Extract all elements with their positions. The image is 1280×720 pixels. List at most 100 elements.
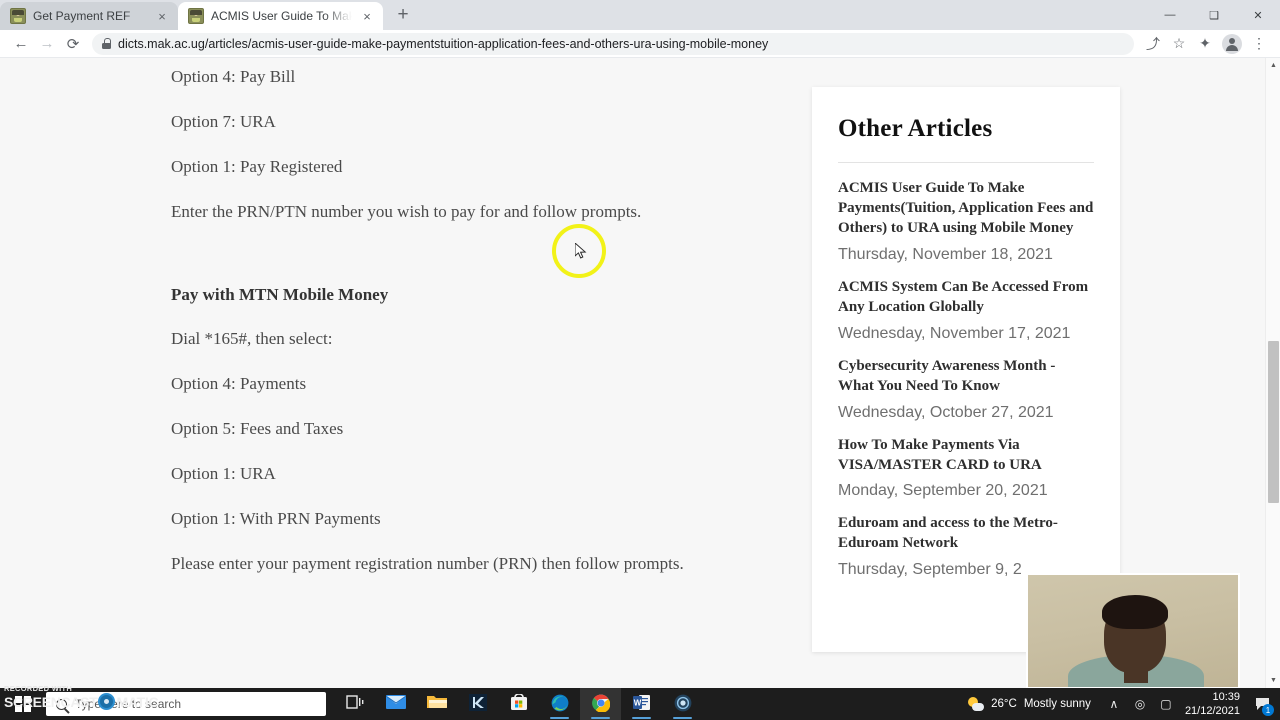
makerere-crest-icon bbox=[188, 8, 204, 24]
webcam-person-hair bbox=[1102, 595, 1168, 629]
weather-temperature: 26°C bbox=[991, 698, 1017, 710]
scroll-down-icon[interactable]: ▼ bbox=[1266, 673, 1280, 688]
task-view-icon[interactable] bbox=[334, 688, 375, 720]
windows-taskbar: Type here to search W 26°C Mostly sunny … bbox=[0, 688, 1280, 720]
bookmark-star-icon[interactable]: ☆ bbox=[1166, 31, 1192, 57]
clock[interactable]: 10:39 21/12/2021 bbox=[1179, 690, 1250, 719]
new-tab-button[interactable]: + bbox=[389, 1, 417, 29]
taskbar-apps: W bbox=[334, 688, 703, 720]
weather-condition: Mostly sunny bbox=[1023, 698, 1091, 710]
minimize-button[interactable]: — bbox=[1148, 0, 1192, 30]
reload-icon[interactable]: ⟳ bbox=[60, 31, 86, 57]
blue-app-glyph bbox=[468, 694, 487, 711]
article-date: Wednesday, October 27, 2021 bbox=[838, 403, 1054, 421]
article-body: Option 4: Pay Bill Option 7: URA Option … bbox=[171, 68, 771, 600]
article-line: Option 1: Pay Registered bbox=[171, 157, 343, 176]
file-explorer-icon[interactable] bbox=[416, 688, 457, 720]
article-link-title[interactable]: ACMIS User Guide To Make Payments(Tuitio… bbox=[838, 179, 1094, 239]
notifications-button[interactable]: 1 bbox=[1250, 688, 1274, 720]
article-link-title[interactable]: How To Make Payments Via VISA/MASTER CAR… bbox=[838, 436, 1094, 476]
weather-widget[interactable]: 26°C Mostly sunny bbox=[960, 696, 1101, 712]
word-icon[interactable]: W bbox=[621, 688, 662, 720]
close-window-button[interactable]: ✕ bbox=[1236, 0, 1280, 30]
article-spacer bbox=[171, 248, 771, 286]
divider bbox=[838, 162, 1094, 163]
show-hidden-icons-chevron-icon[interactable]: ∧ bbox=[1101, 688, 1127, 720]
lock-icon bbox=[102, 38, 111, 49]
search-placeholder: Type here to search bbox=[75, 697, 182, 711]
chrome-icon[interactable] bbox=[580, 688, 621, 720]
article-line: Dial *165#, then select: bbox=[171, 329, 333, 348]
clock-date: 21/12/2021 bbox=[1184, 705, 1240, 717]
article-line: Option 7: URA bbox=[171, 112, 276, 131]
browser-tab-1-close-icon[interactable]: × bbox=[154, 8, 170, 24]
word-glyph: W bbox=[632, 695, 650, 710]
address-bar[interactable]: dicts.mak.ac.ug/articles/acmis-user-guid… bbox=[92, 32, 1134, 55]
chrome-menu-icon[interactable]: ⋮ bbox=[1246, 31, 1272, 57]
browser-tab-2[interactable]: ACMIS User Guide To Make Paym × bbox=[178, 2, 383, 30]
list-item[interactable]: ACMIS User Guide To Make Payments(Tuitio… bbox=[838, 179, 1094, 264]
article-line: Option 1: URA bbox=[171, 464, 276, 483]
article-date: Monday, September 20, 2021 bbox=[838, 482, 1048, 500]
microsoft-store-icon[interactable] bbox=[498, 688, 539, 720]
other-articles-heading: Other Articles bbox=[838, 115, 993, 142]
window-controls: — ❑ ✕ bbox=[1148, 0, 1280, 30]
folder-glyph bbox=[426, 696, 447, 708]
system-tray: 26°C Mostly sunny ∧ ◎ ▢ 10:39 21/12/2021… bbox=[960, 688, 1280, 720]
blue-app-icon[interactable] bbox=[457, 688, 498, 720]
article-line: Option 5: Fees and Taxes bbox=[171, 419, 344, 438]
list-item[interactable]: How To Make Payments Via VISA/MASTER CAR… bbox=[838, 436, 1094, 501]
browser-tab-strip: Get Payment REF × ACMIS User Guide To Ma… bbox=[0, 0, 1280, 30]
article-link-title[interactable]: ACMIS System Can Be Accessed From Any Lo… bbox=[838, 278, 1094, 318]
browser-tab-2-close-icon[interactable]: × bbox=[359, 8, 375, 24]
article-subheading: Pay with MTN Mobile Money bbox=[171, 285, 389, 304]
browser-tab-1[interactable]: Get Payment REF × bbox=[0, 2, 178, 30]
article-line: Enter the PRN/PTN number you wish to pay… bbox=[171, 202, 642, 221]
chrome-glyph bbox=[591, 694, 610, 712]
clock-time: 10:39 bbox=[1212, 690, 1240, 703]
extensions-puzzle-icon[interactable]: ✦ bbox=[1192, 31, 1218, 57]
other-articles-panel: Other Articles ACMIS User Guide To Make … bbox=[812, 87, 1120, 652]
scroll-up-icon[interactable]: ▲ bbox=[1266, 58, 1280, 73]
webcam-overlay bbox=[1026, 573, 1240, 689]
list-item[interactable]: Cybersecurity Awareness Month - What You… bbox=[838, 357, 1094, 422]
profile-avatar-icon[interactable] bbox=[1222, 33, 1242, 54]
article-line: Option 4: Payments bbox=[171, 374, 307, 393]
address-bar-url: dicts.mak.ac.ug/articles/acmis-user-guid… bbox=[118, 36, 769, 51]
maximize-button[interactable]: ❑ bbox=[1192, 0, 1236, 30]
mail-icon[interactable] bbox=[375, 688, 416, 720]
article-date: Thursday, November 18, 2021 bbox=[838, 245, 1053, 263]
edge-glyph bbox=[551, 694, 568, 712]
browser-tab-2-title: ACMIS User Guide To Make Paym bbox=[211, 9, 352, 23]
share-icon[interactable]: ⤴ bbox=[1140, 31, 1166, 57]
search-input[interactable]: Type here to search bbox=[46, 692, 326, 716]
browser-toolbar: ← → ⟳ dicts.mak.ac.ug/articles/acmis-use… bbox=[0, 30, 1280, 58]
screen-recorder-icon[interactable] bbox=[662, 688, 703, 720]
display-settings-icon[interactable]: ▢ bbox=[1153, 688, 1179, 720]
forward-icon[interactable]: → bbox=[34, 31, 60, 57]
screen: Get Payment REF × ACMIS User Guide To Ma… bbox=[0, 0, 1280, 720]
article-line: Option 4: Pay Bill bbox=[171, 67, 296, 86]
list-item[interactable]: ACMIS System Can Be Accessed From Any Lo… bbox=[838, 278, 1094, 343]
mail-glyph bbox=[385, 695, 406, 709]
store-glyph bbox=[510, 694, 527, 710]
search-icon bbox=[56, 698, 67, 710]
notification-count-badge: 1 bbox=[1262, 704, 1274, 716]
mouse-pointer-icon bbox=[575, 243, 587, 259]
back-icon[interactable]: ← bbox=[8, 31, 34, 57]
sun-cloud-icon bbox=[968, 696, 985, 712]
start-button[interactable] bbox=[0, 688, 46, 720]
scrollbar-thumb[interactable] bbox=[1268, 341, 1279, 503]
camera-recording-icon[interactable]: ◎ bbox=[1127, 688, 1153, 720]
edge-icon[interactable] bbox=[539, 688, 580, 720]
article-line: Please enter your payment registration n… bbox=[171, 554, 684, 573]
list-item[interactable]: Eduroam and access to the Metro-Eduroam … bbox=[838, 514, 1094, 579]
browser-tab-1-title: Get Payment REF bbox=[33, 9, 131, 23]
recorder-glyph bbox=[674, 694, 691, 712]
article-date: Wednesday, November 17, 2021 bbox=[838, 324, 1071, 342]
article-link-title[interactable]: Cybersecurity Awareness Month - What You… bbox=[838, 357, 1094, 397]
windows-logo-icon bbox=[15, 696, 31, 712]
page-scrollbar[interactable]: ▲ ▼ bbox=[1265, 58, 1280, 688]
article-link-title[interactable]: Eduroam and access to the Metro-Eduroam … bbox=[838, 514, 1094, 554]
task-view-glyph bbox=[345, 695, 363, 709]
